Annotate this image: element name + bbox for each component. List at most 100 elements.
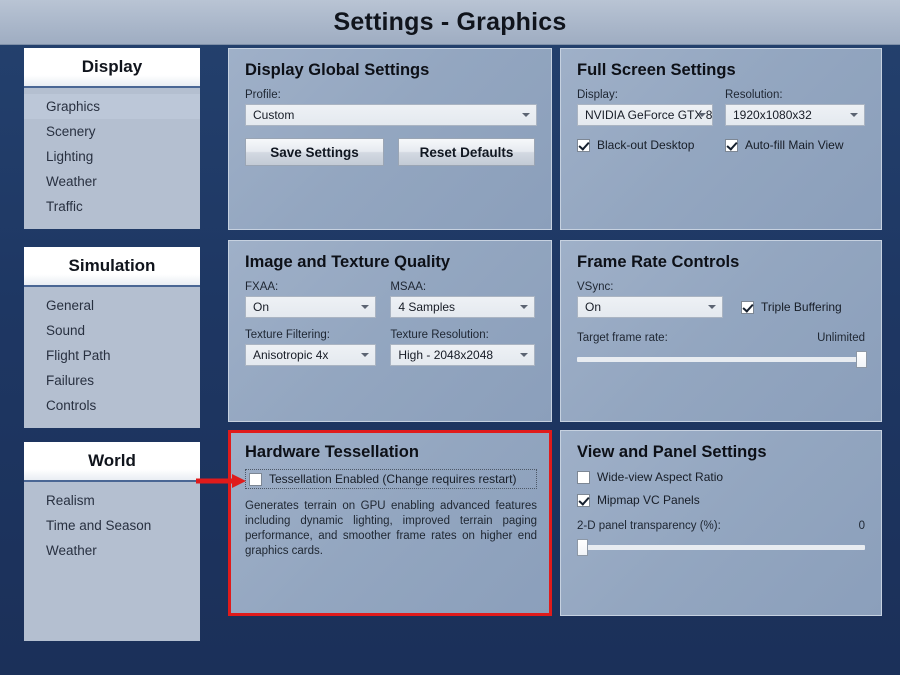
display-label: Display: bbox=[577, 89, 618, 101]
tessellation-enabled-label: Tessellation Enabled (Change requires re… bbox=[269, 472, 517, 486]
fxaa-select[interactable]: On bbox=[245, 296, 377, 318]
display-select-value: NVIDIA GeForce GTX 8 bbox=[585, 108, 713, 122]
sidebar-item-world-weather[interactable]: Weather bbox=[24, 538, 200, 563]
texture-filtering-select-value: Anisotropic 4x bbox=[253, 348, 329, 362]
reset-defaults-button[interactable]: Reset Defaults bbox=[398, 138, 535, 166]
autofill-main-view-label: Auto-fill Main View bbox=[745, 138, 844, 152]
slider-track bbox=[577, 357, 867, 362]
sidebar-items-display: Graphics Scenery Lighting Weather Traffi… bbox=[24, 88, 200, 229]
msaa-field-group: MSAA: 4 Samples bbox=[390, 281, 535, 318]
chevron-down-icon bbox=[850, 113, 858, 117]
sidebar-item-sound[interactable]: Sound bbox=[24, 318, 200, 343]
panel-transparency-row: 2-D panel transparency (%): 0 bbox=[577, 520, 865, 532]
window-titlebar: Settings - Graphics bbox=[0, 0, 900, 45]
chevron-down-icon bbox=[708, 305, 716, 309]
sidebar: Display Graphics Scenery Lighting Weathe… bbox=[24, 48, 200, 641]
autofill-main-view-checkbox[interactable]: Auto-fill Main View bbox=[725, 138, 843, 152]
sidebar-item-time-and-season[interactable]: Time and Season bbox=[24, 513, 200, 538]
panel-title-image-texture: Image and Texture Quality bbox=[245, 253, 451, 271]
chevron-down-icon bbox=[361, 305, 370, 309]
slider-track bbox=[577, 545, 865, 550]
checkbox-icon bbox=[725, 138, 738, 152]
profile-select-value: Custom bbox=[253, 108, 295, 122]
panel-frame-rate-controls: Frame Rate Controls VSync: On Triple Buf… bbox=[560, 240, 882, 422]
vsync-row: On Triple Buffering bbox=[577, 296, 865, 318]
panel-title-view-panel: View and Panel Settings bbox=[577, 443, 767, 461]
checkbox-icon bbox=[249, 472, 262, 486]
msaa-select-value: 4 Samples bbox=[398, 300, 456, 314]
chevron-down-icon bbox=[520, 353, 528, 357]
fxaa-select-value: On bbox=[253, 300, 270, 314]
sidebar-item-lighting[interactable]: Lighting bbox=[24, 144, 200, 169]
sidebar-header-world: World bbox=[24, 442, 200, 482]
display-select[interactable]: NVIDIA GeForce GTX 8 bbox=[577, 104, 713, 126]
panel-title-hardware-tessellation: Hardware Tessellation bbox=[245, 443, 419, 461]
sidebar-item-general[interactable]: General bbox=[24, 293, 200, 318]
tessellation-enabled-focus-ring: Tessellation Enabled (Change requires re… bbox=[245, 469, 537, 489]
mipmap-vc-panels-checkbox[interactable]: Mipmap VC Panels bbox=[577, 493, 865, 507]
fxaa-label: FXAA: bbox=[245, 281, 279, 293]
chevron-down-icon bbox=[698, 113, 706, 117]
texture-filtering-label: Texture Filtering: bbox=[245, 329, 331, 341]
blackout-desktop-label: Black-out Desktop bbox=[597, 138, 695, 152]
display-field-group: Display: NVIDIA GeForce GTX 8 bbox=[577, 89, 713, 126]
wide-view-aspect-ratio-label: Wide-view Aspect Ratio bbox=[597, 470, 724, 484]
save-settings-button[interactable]: Save Settings bbox=[245, 138, 384, 166]
slider-thumb[interactable] bbox=[856, 351, 867, 368]
mipmap-vc-panels-label: Mipmap VC Panels bbox=[597, 493, 700, 507]
sidebar-group-display: Display Graphics Scenery Lighting Weathe… bbox=[24, 48, 200, 229]
sidebar-items-world: Realism Time and Season Weather bbox=[24, 482, 200, 641]
sidebar-item-weather[interactable]: Weather bbox=[24, 169, 200, 194]
texture-resolution-field-group: Texture Resolution: High - 2048x2048 bbox=[390, 329, 535, 366]
resolution-select-value: 1920x1080x32 bbox=[733, 108, 812, 122]
target-frame-rate-label: Target frame rate: bbox=[577, 332, 668, 344]
footer-bar: Cancel OK bbox=[0, 626, 900, 675]
msaa-select[interactable]: 4 Samples bbox=[390, 296, 535, 318]
sidebar-item-controls[interactable]: Controls bbox=[24, 393, 200, 418]
chevron-down-icon bbox=[520, 305, 528, 309]
vsync-select-value: On bbox=[585, 300, 602, 314]
panel-image-texture-quality: Image and Texture Quality FXAA: On MSAA:… bbox=[228, 240, 552, 422]
page-title: Settings - Graphics bbox=[333, 7, 567, 36]
sidebar-item-scenery[interactable]: Scenery bbox=[24, 119, 200, 144]
sidebar-item-flight-path[interactable]: Flight Path bbox=[24, 343, 200, 368]
vsync-select[interactable]: On bbox=[577, 296, 723, 318]
resolution-field-group: Resolution: 1920x1080x32 bbox=[725, 89, 865, 126]
triple-buffering-checkbox[interactable]: Triple Buffering bbox=[741, 300, 842, 314]
target-frame-rate-slider[interactable] bbox=[577, 351, 867, 368]
tessellation-enabled-checkbox[interactable]: Tessellation Enabled (Change requires re… bbox=[249, 472, 533, 486]
panel-transparency-value: 0 bbox=[858, 520, 865, 532]
chevron-down-icon bbox=[522, 113, 530, 117]
sidebar-item-traffic[interactable]: Traffic bbox=[24, 194, 200, 219]
panel-title-frame-rate: Frame Rate Controls bbox=[577, 253, 740, 271]
texture-resolution-select[interactable]: High - 2048x2048 bbox=[390, 344, 535, 366]
texture-filtering-field-group: Texture Filtering: Anisotropic 4x bbox=[245, 329, 377, 366]
triple-buffering-label: Triple Buffering bbox=[761, 300, 842, 314]
tessellation-description: Generates terrain on GPU enabling advanc… bbox=[245, 500, 537, 557]
resolution-label: Resolution: bbox=[725, 89, 783, 101]
sidebar-group-simulation: Simulation General Sound Flight Path Fai… bbox=[24, 247, 200, 428]
sidebar-item-graphics[interactable]: Graphics bbox=[24, 94, 200, 119]
sidebar-item-failures[interactable]: Failures bbox=[24, 368, 200, 393]
sidebar-header-display: Display bbox=[24, 48, 200, 88]
texture-filtering-select[interactable]: Anisotropic 4x bbox=[245, 344, 377, 366]
texture-row: Texture Filtering: Anisotropic 4x Textur… bbox=[245, 329, 535, 366]
profile-select[interactable]: Custom bbox=[245, 104, 537, 126]
resolution-select[interactable]: 1920x1080x32 bbox=[725, 104, 865, 126]
sidebar-item-realism[interactable]: Realism bbox=[24, 488, 200, 513]
checkbox-icon bbox=[577, 493, 590, 507]
full-screen-selectors-row: Display: NVIDIA GeForce GTX 8 Resolution… bbox=[577, 89, 865, 126]
checkbox-icon bbox=[577, 470, 590, 484]
panel-title-full-screen: Full Screen Settings bbox=[577, 61, 736, 79]
msaa-label: MSAA: bbox=[390, 281, 427, 293]
wide-view-aspect-ratio-checkbox[interactable]: Wide-view Aspect Ratio bbox=[577, 470, 865, 484]
sidebar-items-simulation: General Sound Flight Path Failures Contr… bbox=[24, 287, 200, 428]
blackout-desktop-checkbox[interactable]: Black-out Desktop bbox=[577, 138, 725, 152]
panel-transparency-slider[interactable] bbox=[577, 539, 865, 556]
checkbox-icon bbox=[577, 138, 590, 152]
full-screen-checkbox-row: Black-out Desktop Auto-fill Main View bbox=[577, 138, 865, 152]
slider-thumb[interactable] bbox=[577, 539, 588, 556]
texture-resolution-select-value: High - 2048x2048 bbox=[398, 348, 494, 362]
target-frame-rate-row: Target frame rate: Unlimited bbox=[577, 332, 865, 344]
